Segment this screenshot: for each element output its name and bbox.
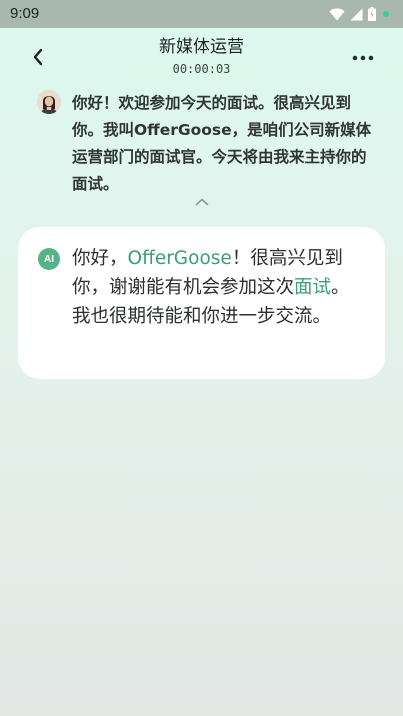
status-time: 9:09 [10, 5, 40, 22]
header: 新媒体运营 00:00:03 [0, 28, 403, 86]
answer-segment: 你好， [72, 248, 128, 269]
title-area: 新媒体运营 00:00:03 [0, 36, 403, 78]
status-icons [329, 6, 389, 22]
page-title: 新媒体运营 [159, 37, 244, 57]
notification-dot [383, 11, 389, 17]
interviewer-message-text: 你好！欢迎参加今天的面试。很高兴见到你。我叫OfferGoose，是咱们公司新媒… [72, 94, 372, 193]
answer-highlight: OfferGoose [127, 248, 232, 269]
signal-icon [350, 8, 363, 20]
interviewer-avatar [37, 90, 61, 114]
chevron-up-icon [195, 198, 209, 206]
battery-icon [368, 7, 376, 21]
ai-badge: AI [38, 248, 60, 270]
ai-answer-text: 你好，OfferGoose！很高兴见到你，谢谢能有机会参加这次面试。我也很期待能… [72, 244, 368, 331]
interview-timer: 00:00:03 [172, 62, 231, 76]
more-horizontal-icon [352, 55, 374, 61]
collapse-button[interactable] [190, 194, 214, 210]
answer-highlight: 面试 [294, 277, 332, 298]
ai-answer-card: AI 你好，OfferGoose！很高兴见到你，谢谢能有机会参加这次面试。我也很… [18, 227, 385, 379]
status-bar: 9:09 [0, 0, 403, 28]
more-button[interactable] [351, 46, 375, 70]
wifi-icon [329, 7, 345, 20]
